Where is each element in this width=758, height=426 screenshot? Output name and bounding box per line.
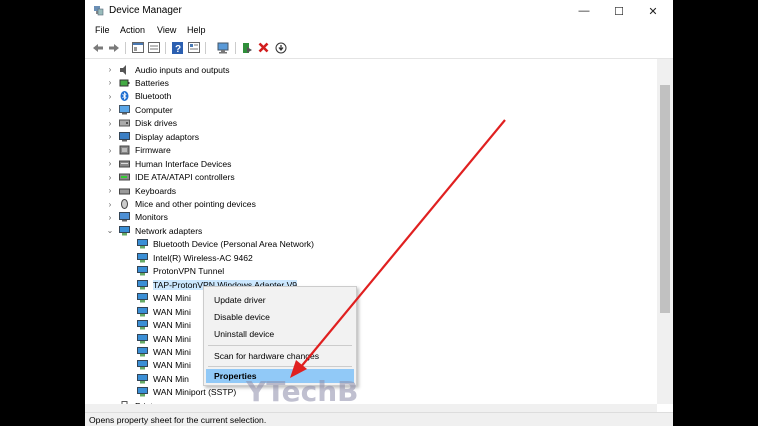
watermark: YTechB [246,375,359,408]
annotation-arrow [290,119,506,378]
